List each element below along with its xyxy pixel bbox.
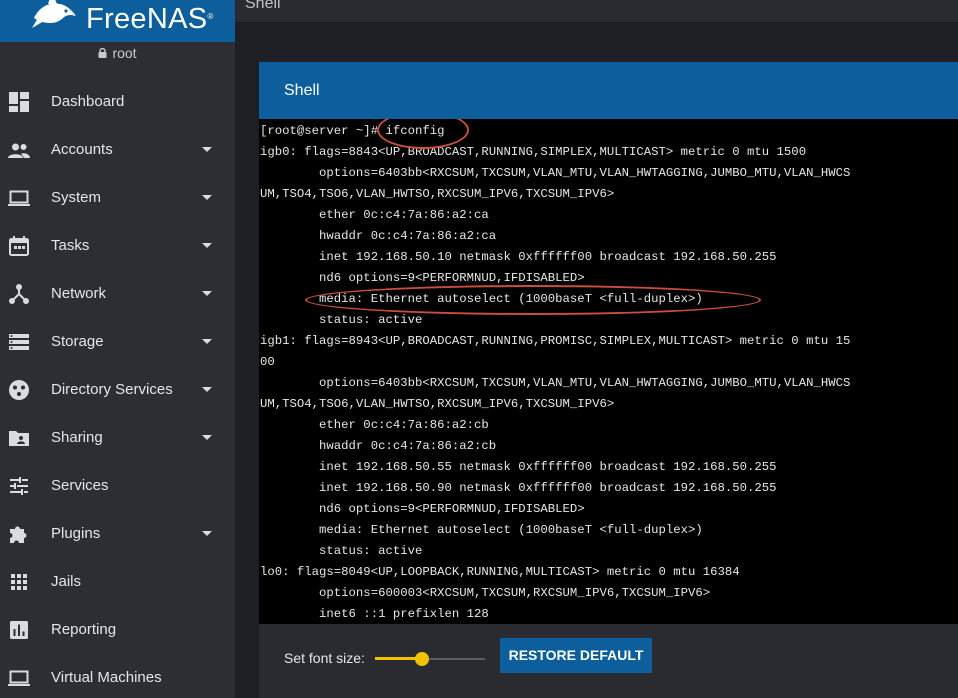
shell-panel-title: Shell [284, 82, 320, 99]
terminal-output: [root@server ~]# ifconfig igb0: flags=88… [260, 121, 850, 625]
terminal-line: inet 192.168.50.55 netmask 0xffffff00 br… [260, 460, 777, 474]
sidebar-item-directory-services[interactable]: Directory Services [0, 366, 235, 414]
sidebar-item-label: Accounts [51, 141, 113, 158]
sidebar-item-label: Plugins [51, 525, 101, 542]
storage-icon [9, 334, 29, 350]
chevron-down-icon [202, 435, 212, 440]
username: root [112, 45, 137, 61]
restore-default-button[interactable]: RESTORE DEFAULT [500, 638, 652, 673]
terminal-line: hwaddr 0c:c4:7a:86:a2:ca [260, 229, 497, 243]
sidebar-item-reporting[interactable]: Reporting [0, 606, 235, 654]
freenas-app: FreeNAS® root Dashboard Accounts System … [0, 0, 958, 698]
sidebar-item-accounts[interactable]: Accounts [0, 126, 235, 174]
sidebar-item-label: Sharing [51, 429, 103, 446]
terminal-line: 00 [260, 355, 275, 369]
chevron-down-icon [202, 387, 212, 392]
sidebar-item-dashboard[interactable]: Dashboard [0, 78, 235, 126]
brand-name: FreeNAS® [86, 2, 214, 36]
sidebar-item-label: Virtual Machines [51, 669, 162, 686]
terminal-line: igb0: flags=8843<UP,BROADCAST,RUNNING,SI… [260, 145, 807, 159]
sidebar-item-storage[interactable]: Storage [0, 318, 235, 366]
terminal-line: nd6 options=9<PERFORMNUD,IFDISABLED> [260, 271, 585, 285]
sidebar-item-label: Jails [51, 573, 82, 590]
font-size-label: Set font size: [284, 650, 365, 666]
terminal-line: UM,TSO4,TSO6,VLAN_HWTSO,RXCSUM_IPV6,TXCS… [260, 187, 615, 201]
terminal-line: ether 0c:c4:7a:86:a2:ca [260, 208, 489, 222]
terminal-line: status: active [260, 544, 423, 558]
shell-panel: Shell [root@server ~]# ifconfig igb0: fl… [259, 62, 958, 698]
terminal-line: UM,TSO4,TSO6,VLAN_HWTSO,RXCSUM_IPV6,TXCS… [260, 397, 615, 411]
lock-icon [98, 48, 107, 58]
directory-icon [9, 380, 29, 400]
bar-chart-icon [10, 621, 28, 639]
chevron-down-icon [202, 531, 212, 536]
terminal-line: inet6 ::1 prefixlen 128 [260, 607, 489, 621]
sidebar-item-label: Dashboard [51, 93, 125, 110]
sidebar-item-virtual-machines[interactable]: Virtual Machines [0, 654, 235, 698]
terminal-line: igb1: flags=8943<UP,BROADCAST,RUNNING,PR… [260, 334, 851, 348]
sidebar-item-label: System [51, 189, 102, 206]
sidebar-item-services[interactable]: Services [0, 462, 235, 510]
shell-footer: Set font size: RESTORE DEFAULT [259, 624, 958, 698]
sidebar-item-label: Services [51, 477, 109, 494]
terminal-line: hwaddr 0c:c4:7a:86:a2:cb [260, 439, 497, 453]
sidebar-item-label: Storage [51, 333, 104, 350]
brand-trademark: ® [207, 12, 214, 21]
sidebar-item-jails[interactable]: Jails [0, 558, 235, 606]
shared-folder-icon [9, 431, 29, 446]
terminal-line: lo0: flags=8049<UP,LOOPBACK,RUNNING,MULT… [260, 565, 740, 579]
network-icon [9, 284, 29, 304]
sidebar-item-plugins[interactable]: Plugins [0, 510, 235, 558]
sidebar-item-system[interactable]: System [0, 174, 235, 222]
top-bar: Shell [235, 0, 958, 22]
terminal-line: status: active [260, 313, 423, 327]
apps-grid-icon [11, 574, 27, 590]
chevron-down-icon [202, 243, 212, 248]
computer-icon [8, 670, 30, 686]
sidebar-item-label: Network [51, 285, 107, 302]
sidebar-item-tasks[interactable]: Tasks [0, 222, 235, 270]
slider-fill [375, 657, 419, 660]
terminal-line: media: Ethernet autoselect (1000baseT <f… [260, 523, 703, 537]
brand-name-text: FreeNAS [86, 3, 208, 35]
terminal[interactable]: [root@server ~]# ifconfig igb0: flags=88… [259, 119, 958, 681]
sidebar: FreeNAS® root Dashboard Accounts System … [0, 0, 235, 698]
calendar-icon [9, 236, 29, 256]
sidebar-item-network[interactable]: Network [0, 270, 235, 318]
chevron-down-icon [202, 339, 212, 344]
chevron-down-icon [202, 291, 212, 296]
tune-icon [10, 477, 28, 495]
terminal-line: inet 192.168.50.90 netmask 0xffffff00 br… [260, 481, 777, 495]
terminal-line: media: Ethernet autoselect (1000baseT <f… [260, 292, 703, 306]
sidebar-item-sharing[interactable]: Sharing [0, 414, 235, 462]
brand-header[interactable]: FreeNAS® [0, 0, 235, 42]
sidebar-item-label: Tasks [51, 237, 90, 254]
terminal-line: inet 192.168.50.10 netmask 0xffffff00 br… [260, 250, 777, 264]
puzzle-icon [10, 526, 27, 543]
terminal-line: options=600003<RXCSUM,TXCSUM,RXCSUM_IPV6… [260, 586, 711, 600]
terminal-line: ether 0c:c4:7a:86:a2:cb [260, 418, 489, 432]
logged-in-user: root [0, 44, 235, 62]
dashboard-icon [9, 92, 29, 112]
page-title: Shell [245, 0, 281, 12]
slider-thumb[interactable] [415, 652, 429, 666]
terminal-line: options=6403bb<RXCSUM,TXCSUM,VLAN_MTU,VL… [260, 166, 851, 180]
font-size-slider[interactable] [375, 650, 495, 668]
shell-panel-header: Shell [259, 62, 958, 119]
freenas-shark-logo [32, 0, 76, 28]
terminal-line: options=6403bb<RXCSUM,TXCSUM,VLAN_MTU,VL… [260, 376, 851, 390]
people-icon [8, 143, 30, 158]
chevron-down-icon [202, 147, 212, 152]
sidebar-item-label: Reporting [51, 621, 117, 638]
chevron-down-icon [202, 195, 212, 200]
terminal-line: nd6 options=9<PERFORMNUD,IFDISABLED> [260, 502, 585, 516]
laptop-icon [8, 190, 30, 206]
terminal-line: [root@server ~]# ifconfig [260, 124, 445, 138]
sidebar-item-label: Directory Services [51, 381, 173, 398]
